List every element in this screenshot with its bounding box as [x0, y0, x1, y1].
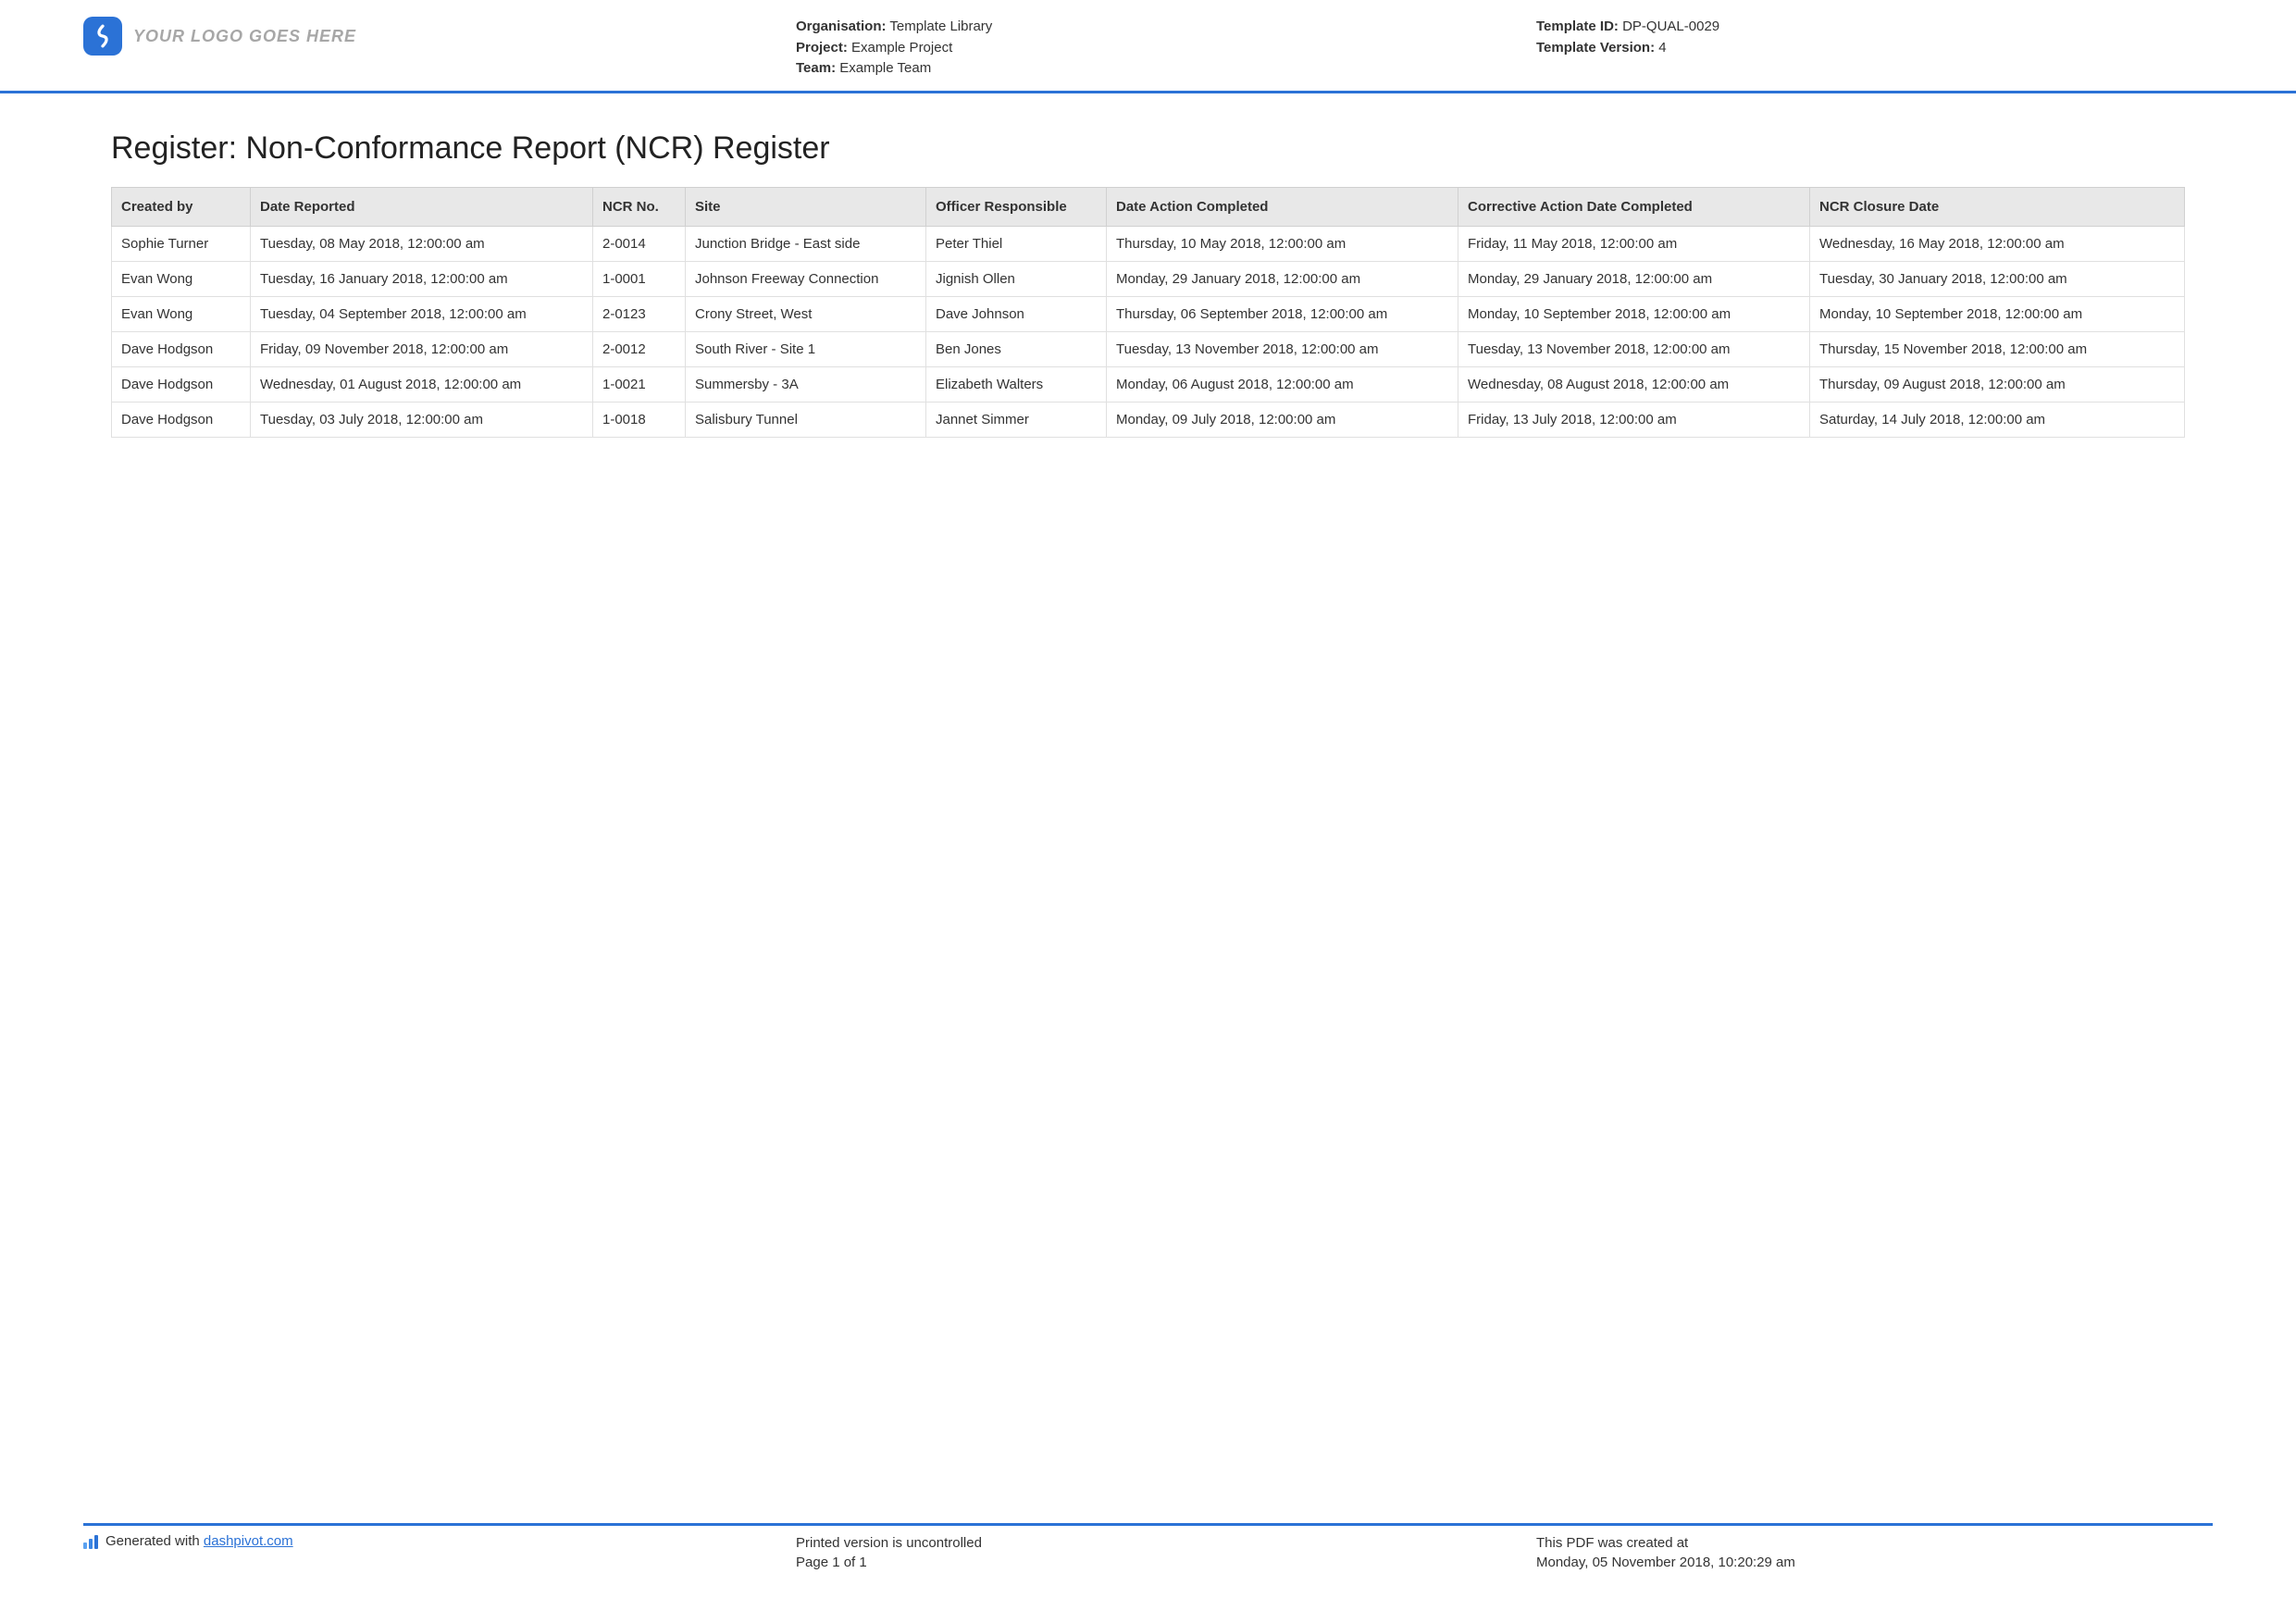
template-id-label: Template ID: [1536, 19, 1619, 34]
cell-ncr-no: 2-0012 [593, 331, 686, 366]
cell-date-reported: Wednesday, 01 August 2018, 12:00:00 am [251, 366, 593, 402]
footer-left: Generated with dashpivot.com [83, 1533, 796, 1549]
logo-block: YOUR LOGO GOES HERE [83, 17, 796, 56]
cell-ncr-no: 2-0123 [593, 296, 686, 331]
org-value: Template Library [889, 19, 992, 34]
cell-date-action: Thursday, 10 May 2018, 12:00:00 am [1107, 226, 1458, 261]
table-row: Dave HodgsonFriday, 09 November 2018, 12… [112, 331, 2185, 366]
cell-corrective: Wednesday, 08 August 2018, 12:00:00 am [1458, 366, 1810, 402]
cell-created-by: Dave Hodgson [112, 331, 251, 366]
table-row: Sophie TurnerTuesday, 08 May 2018, 12:00… [112, 226, 2185, 261]
template-id-value: DP-QUAL-0029 [1622, 19, 1719, 34]
cell-date-action: Monday, 06 August 2018, 12:00:00 am [1107, 366, 1458, 402]
document-header: YOUR LOGO GOES HERE Organisation: Templa… [0, 0, 2296, 93]
project-label: Project: [796, 40, 848, 56]
created-value: Monday, 05 November 2018, 10:20:29 am [1536, 1553, 2213, 1572]
template-version-value: 4 [1658, 40, 1666, 56]
cell-corrective: Friday, 13 July 2018, 12:00:00 am [1458, 402, 1810, 437]
cell-date-action: Monday, 09 July 2018, 12:00:00 am [1107, 402, 1458, 437]
cell-date-action: Thursday, 06 September 2018, 12:00:00 am [1107, 296, 1458, 331]
project-value: Example Project [851, 40, 952, 56]
footer-right: This PDF was created at Monday, 05 Novem… [1536, 1533, 2213, 1572]
logo-icon [83, 17, 122, 56]
cell-corrective: Friday, 11 May 2018, 12:00:00 am [1458, 226, 1810, 261]
cell-date-reported: Tuesday, 04 September 2018, 12:00:00 am [251, 296, 593, 331]
logo-placeholder-text: YOUR LOGO GOES HERE [133, 27, 356, 46]
cell-site: Salisbury Tunnel [686, 402, 926, 437]
cell-officer: Dave Johnson [926, 296, 1107, 331]
cell-created-by: Sophie Turner [112, 226, 251, 261]
uncontrolled-text: Printed version is uncontrolled [796, 1533, 1536, 1553]
document-footer: Generated with dashpivot.com Printed ver… [0, 1514, 2296, 1623]
created-label: This PDF was created at [1536, 1533, 2213, 1553]
page-number: Page 1 of 1 [796, 1553, 1536, 1572]
cell-corrective: Monday, 10 September 2018, 12:00:00 am [1458, 296, 1810, 331]
dashpivot-link[interactable]: dashpivot.com [204, 1533, 293, 1549]
cell-ncr-no: 2-0014 [593, 226, 686, 261]
cell-closure: Wednesday, 16 May 2018, 12:00:00 am [1810, 226, 2185, 261]
header-meta-right: Template ID: DP-QUAL-0029 Template Versi… [1536, 17, 2213, 58]
col-header-date-action: Date Action Completed [1107, 187, 1458, 226]
cell-date-action: Monday, 29 January 2018, 12:00:00 am [1107, 261, 1458, 296]
col-header-officer: Officer Responsible [926, 187, 1107, 226]
cell-created-by: Dave Hodgson [112, 402, 251, 437]
cell-date-reported: Tuesday, 16 January 2018, 12:00:00 am [251, 261, 593, 296]
team-label: Team: [796, 60, 836, 76]
cell-site: South River - Site 1 [686, 331, 926, 366]
table-row: Dave HodgsonTuesday, 03 July 2018, 12:00… [112, 402, 2185, 437]
page-title: Register: Non-Conformance Report (NCR) R… [111, 130, 2185, 167]
cell-closure: Thursday, 15 November 2018, 12:00:00 am [1810, 331, 2185, 366]
table-row: Dave HodgsonWednesday, 01 August 2018, 1… [112, 366, 2185, 402]
cell-site: Summersby - 3A [686, 366, 926, 402]
cell-closure: Thursday, 09 August 2018, 12:00:00 am [1810, 366, 2185, 402]
col-header-closure: NCR Closure Date [1810, 187, 2185, 226]
generated-prefix: Generated with [105, 1533, 204, 1549]
cell-ncr-no: 1-0001 [593, 261, 686, 296]
cell-officer: Jignish Ollen [926, 261, 1107, 296]
col-header-corrective: Corrective Action Date Completed [1458, 187, 1810, 226]
team-value: Example Team [839, 60, 931, 76]
col-header-date-reported: Date Reported [251, 187, 593, 226]
cell-officer: Ben Jones [926, 331, 1107, 366]
cell-corrective: Monday, 29 January 2018, 12:00:00 am [1458, 261, 1810, 296]
footer-center: Printed version is uncontrolled Page 1 o… [796, 1533, 1536, 1572]
cell-closure: Saturday, 14 July 2018, 12:00:00 am [1810, 402, 2185, 437]
cell-created-by: Dave Hodgson [112, 366, 251, 402]
col-header-created-by: Created by [112, 187, 251, 226]
header-meta-center: Organisation: Template Library Project: … [796, 17, 1536, 80]
bar-chart-icon [83, 1534, 98, 1549]
cell-created-by: Evan Wong [112, 296, 251, 331]
cell-ncr-no: 1-0018 [593, 402, 686, 437]
table-row: Evan WongTuesday, 04 September 2018, 12:… [112, 296, 2185, 331]
document-content: Register: Non-Conformance Report (NCR) R… [0, 93, 2296, 438]
cell-site: Johnson Freeway Connection [686, 261, 926, 296]
cell-site: Crony Street, West [686, 296, 926, 331]
cell-date-reported: Tuesday, 08 May 2018, 12:00:00 am [251, 226, 593, 261]
cell-closure: Tuesday, 30 January 2018, 12:00:00 am [1810, 261, 2185, 296]
cell-corrective: Tuesday, 13 November 2018, 12:00:00 am [1458, 331, 1810, 366]
cell-created-by: Evan Wong [112, 261, 251, 296]
cell-officer: Elizabeth Walters [926, 366, 1107, 402]
cell-site: Junction Bridge - East side [686, 226, 926, 261]
col-header-site: Site [686, 187, 926, 226]
org-label: Organisation: [796, 19, 887, 34]
ncr-register-table: Created by Date Reported NCR No. Site Of… [111, 187, 2185, 438]
table-row: Evan WongTuesday, 16 January 2018, 12:00… [112, 261, 2185, 296]
cell-date-reported: Friday, 09 November 2018, 12:00:00 am [251, 331, 593, 366]
cell-officer: Jannet Simmer [926, 402, 1107, 437]
cell-closure: Monday, 10 September 2018, 12:00:00 am [1810, 296, 2185, 331]
cell-ncr-no: 1-0021 [593, 366, 686, 402]
cell-officer: Peter Thiel [926, 226, 1107, 261]
cell-date-action: Tuesday, 13 November 2018, 12:00:00 am [1107, 331, 1458, 366]
table-header-row: Created by Date Reported NCR No. Site Of… [112, 187, 2185, 226]
template-version-label: Template Version: [1536, 40, 1655, 56]
col-header-ncr-no: NCR No. [593, 187, 686, 226]
cell-date-reported: Tuesday, 03 July 2018, 12:00:00 am [251, 402, 593, 437]
